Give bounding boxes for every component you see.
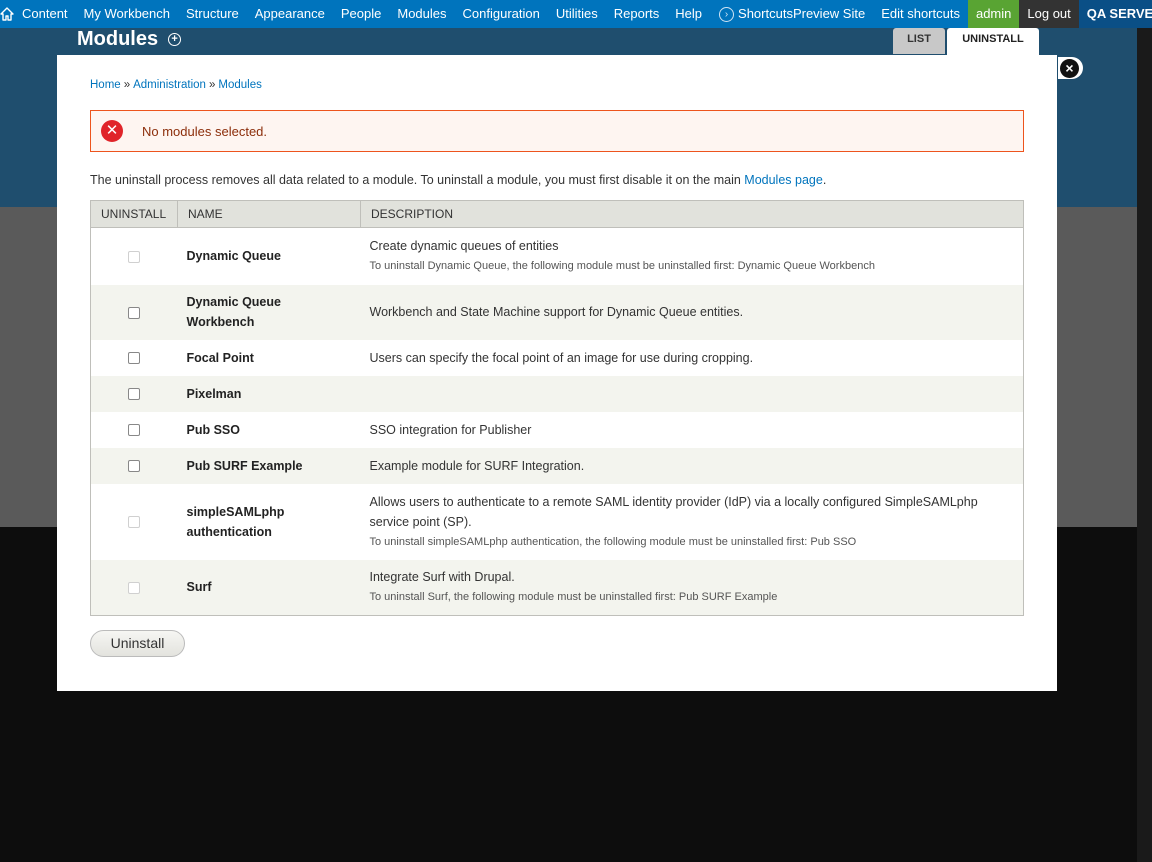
module-name: Surf [177, 559, 361, 616]
breadcrumb-modules[interactable]: Modules [218, 79, 261, 91]
user-account-link[interactable]: admin [967, 0, 1020, 28]
uninstall-checkbox[interactable] [128, 516, 141, 529]
breadcrumb-home[interactable]: Home [90, 79, 121, 91]
table-row: simpleSAMLphp authentication Allows user… [90, 483, 1024, 560]
tab-uninstall[interactable]: UNINSTALL [947, 28, 1039, 55]
home-icon[interactable] [0, 0, 14, 28]
intro-text: The uninstall process removes all data r… [90, 173, 827, 187]
uninstall-checkbox[interactable] [128, 581, 141, 594]
table-row: Pub SSO SSO integration for Publisher [90, 411, 1024, 448]
module-description: Example module for SURF Integration. [369, 458, 585, 473]
uninstall-checkbox[interactable] [128, 424, 141, 437]
server-badge: QA SERVER [1078, 0, 1152, 28]
scrollbar[interactable] [1137, 28, 1152, 862]
column-header-uninstall: UNINSTALL [90, 200, 178, 228]
toolbar-item-structure[interactable]: Structure [178, 0, 247, 28]
table-row: Surf Integrate Surf with Drupal. To unins… [90, 559, 1024, 616]
tab-list[interactable]: LIST [893, 28, 945, 54]
breadcrumb: Home» Administration» Modules [90, 79, 262, 91]
toolbar-item-utilities[interactable]: Utilities [548, 0, 606, 28]
module-name: Pub SURF Example [177, 447, 361, 484]
edit-shortcuts-link[interactable]: Edit shortcuts [873, 0, 968, 28]
uninstall-button[interactable]: Uninstall [90, 630, 185, 657]
module-description: SSO integration for Publisher [369, 422, 532, 437]
module-name: Pixelman [177, 375, 361, 412]
toolbar-item-people[interactable]: People [333, 0, 389, 28]
toolbar-item-reports[interactable]: Reports [606, 0, 668, 28]
module-description: Integrate Surf with Drupal. [369, 570, 515, 585]
module-dependency-note: To uninstall Surf, the following module … [369, 591, 778, 604]
uninstall-checkbox[interactable] [128, 250, 141, 263]
module-dependency-note: To uninstall simpleSAMLphp authenticatio… [369, 535, 857, 548]
modules-page-link[interactable]: Modules page [744, 173, 823, 187]
chevron-right-icon: › [719, 6, 735, 22]
module-description: Users can specify the focal point of an … [369, 350, 754, 365]
breadcrumb-administration[interactable]: Administration [133, 79, 206, 91]
close-icon: × [1060, 58, 1079, 78]
toolbar-item-content[interactable]: Content [14, 0, 76, 28]
page-title-text: Modules [77, 28, 159, 50]
logout-link[interactable]: Log out [1019, 0, 1079, 28]
modules-table: UNINSTALL NAME DESCRIPTION Dynamic Queue… [90, 200, 1024, 616]
table-row: Dynamic Queue Create dynamic queues of e… [90, 227, 1024, 285]
close-overlay-button[interactable]: × [1058, 57, 1083, 79]
error-message: ✕ No modules selected. [90, 110, 1024, 152]
table-row: Pixelman [90, 375, 1024, 412]
toolbar-item-help[interactable]: Help [667, 0, 710, 28]
toolbar-item-configuration[interactable]: Configuration [455, 0, 548, 28]
module-dependency-note: To uninstall Dynamic Queue, the followin… [369, 260, 875, 273]
module-name: Dynamic Queue [177, 227, 361, 285]
module-description: Workbench and State Machine support for … [369, 305, 744, 319]
admin-toolbar: Content My Workbench Structure Appearanc… [0, 0, 1152, 28]
shortcuts-label: Shortcuts [738, 6, 793, 21]
toolbar-item-modules[interactable]: Modules [389, 0, 454, 28]
uninstall-checkbox[interactable] [128, 388, 141, 401]
uninstall-checkbox[interactable] [128, 306, 141, 319]
uninstall-checkbox[interactable] [128, 352, 141, 365]
column-header-name: NAME [177, 200, 361, 228]
module-description: Allows users to authenticate to a remote… [369, 494, 978, 529]
module-name: Dynamic Queue Workbench [177, 284, 361, 340]
table-row: Dynamic Queue Workbench Workbench and St… [90, 284, 1024, 340]
overlay-dialog: Home» Administration» Modules ✕ No modules… [57, 55, 1057, 691]
add-shortcut-icon[interactable]: + [168, 33, 182, 46]
toolbar-item-my-workbench[interactable]: My Workbench [76, 0, 178, 28]
toolbar-item-appearance[interactable]: Appearance [247, 0, 333, 28]
table-row: Pub SURF Example Example module for SURF… [90, 447, 1024, 484]
uninstall-checkbox[interactable] [128, 460, 141, 473]
error-icon: ✕ [101, 120, 123, 142]
module-description: Create dynamic queues of entities [369, 239, 559, 254]
column-header-description: DESCRIPTION [360, 200, 1024, 228]
preview-site-link[interactable]: Preview Site [793, 0, 873, 28]
error-text: No modules selected. [142, 123, 268, 139]
module-name: Focal Point [177, 339, 361, 376]
shortcuts-toggle[interactable]: › Shortcuts [710, 0, 793, 28]
module-name: simpleSAMLphp authentication [177, 483, 361, 560]
page-title: Modules + [77, 28, 182, 51]
module-name: Pub SSO [177, 411, 361, 448]
table-row: Focal Point Users can specify the focal … [90, 339, 1024, 376]
